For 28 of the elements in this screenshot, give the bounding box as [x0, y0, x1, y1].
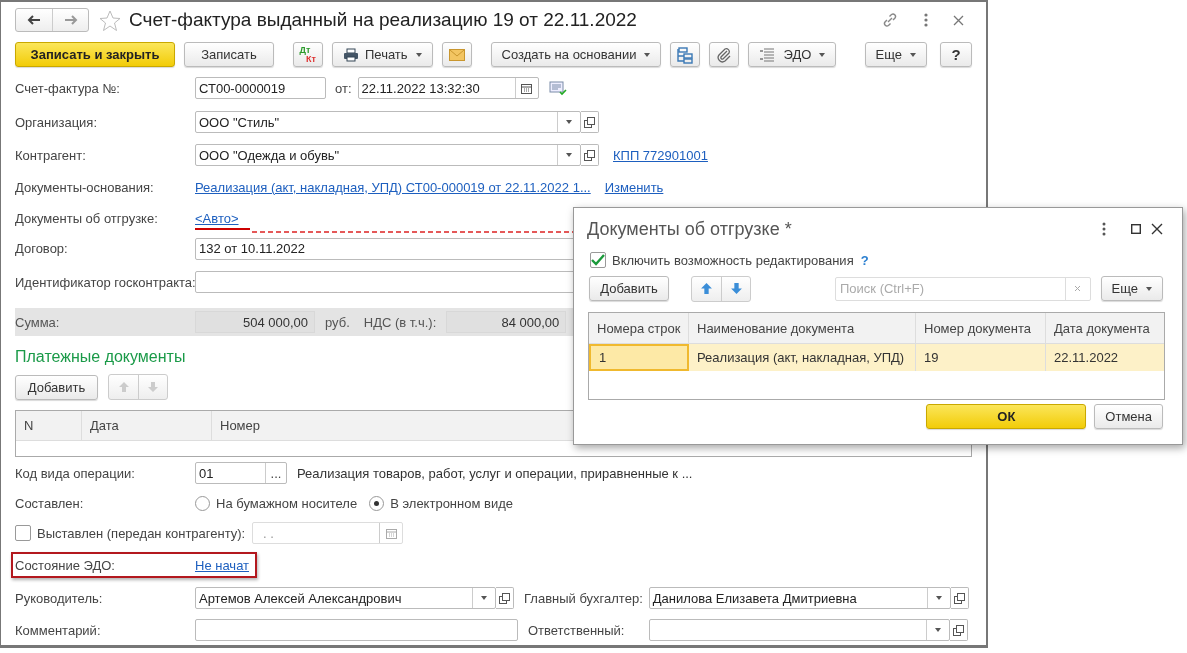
operation-description: Реализация товаров, работ, услуг и операции, приравненные к ...	[297, 465, 693, 481]
field-label: Руководитель:	[15, 590, 104, 606]
window-title: Счет-фактура выданный на реализацию 19 от 22.11.2022	[129, 9, 638, 31]
amount-field: 504 000,00	[195, 311, 315, 333]
vat-field: 84 000,00	[446, 311, 567, 333]
field-label: Контрагент:	[15, 147, 87, 163]
field-label: Счет-фактура №:	[15, 80, 121, 96]
field-label: НДС (в т.ч.):	[363, 314, 437, 330]
field-label: Договор:	[15, 241, 69, 256]
field-label: от:	[335, 80, 352, 96]
field-label: Составлен:	[15, 496, 85, 511]
field-label: Сумма:	[15, 314, 61, 330]
field-label: Главный бухгалтер:	[524, 590, 643, 606]
table-cell: 19	[916, 344, 1046, 371]
field-label: Идентификатор госконтракта:	[15, 274, 195, 290]
field-label: Комментарий:	[15, 622, 102, 638]
table-cell: Реализация (акт, накладная, УПД)	[689, 344, 916, 371]
dialog-title: Документы об отгрузке *	[587, 218, 793, 240]
field-label: Ответственный:	[528, 622, 626, 638]
field-label: Документы-основания:	[15, 179, 155, 195]
field-label: Код вида операции:	[15, 465, 136, 481]
section-title: Платежные документы	[15, 348, 186, 366]
field-label: Документы об отгрузке:	[15, 210, 159, 226]
field-label: Организация:	[15, 114, 99, 130]
table-cell: 1	[589, 344, 689, 371]
currency-label: руб.	[325, 314, 350, 330]
field-label: Состояние ЭДО:	[15, 557, 116, 573]
table-cell-text: 22.11.2022	[1053, 349, 1120, 367]
